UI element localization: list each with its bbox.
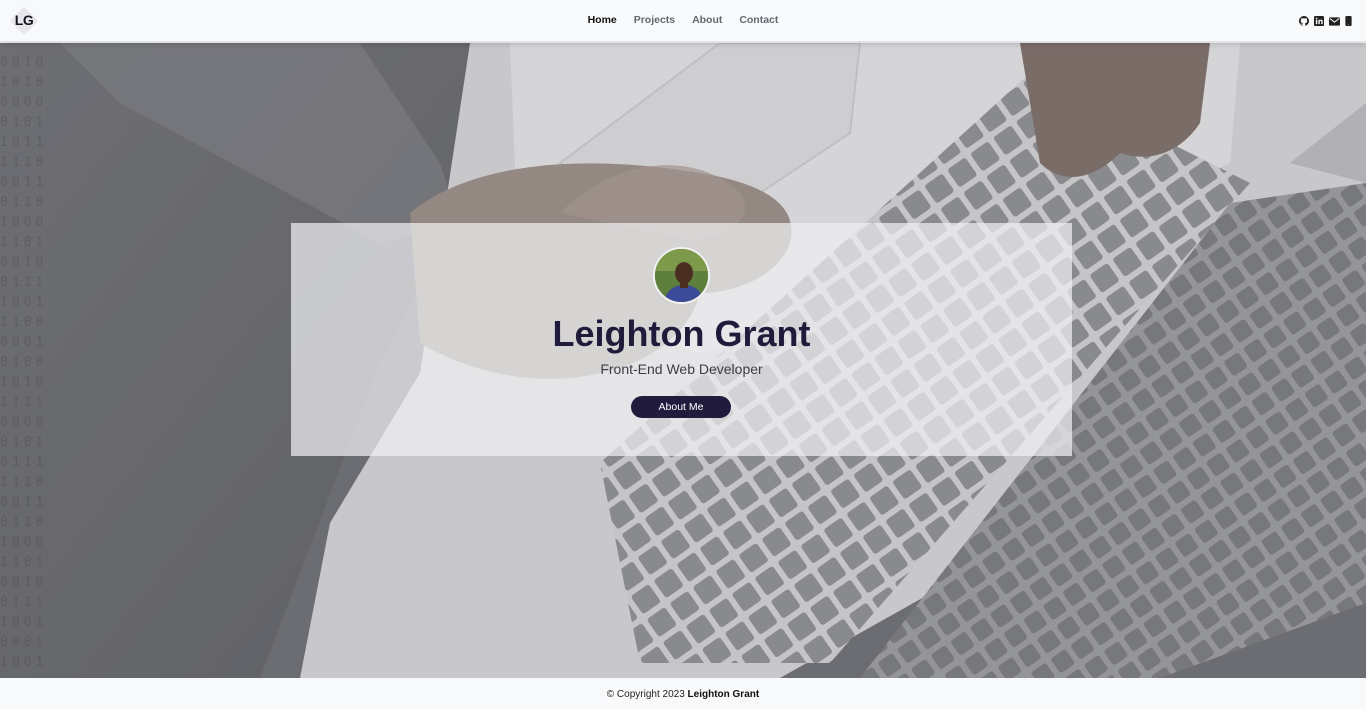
- nav-links: Home Projects About Contact: [0, 14, 1366, 26]
- profile-photo: [655, 249, 708, 302]
- phone-icon[interactable]: [1345, 16, 1352, 26]
- nav-link-contact[interactable]: Contact: [739, 14, 778, 26]
- footer-owner: Leighton Grant: [687, 689, 760, 700]
- social-links: [1299, 16, 1352, 26]
- footer-copyright: © Copyright 2023: [606, 689, 685, 700]
- profile-avatar: [653, 247, 710, 304]
- binary-code-decoration: 0010 1010 0000 0101 1011 1110 0011 0110 1000 1101…: [0, 55, 48, 670]
- top-navbar: LG Home Projects About Contact: [0, 0, 1366, 42]
- hero-name: Leighton Grant: [552, 313, 811, 354]
- nav-link-projects[interactable]: Projects: [634, 14, 675, 26]
- nav-link-about[interactable]: About: [692, 14, 722, 26]
- nav-link-home[interactable]: Home: [588, 14, 617, 26]
- about-me-button[interactable]: About Me: [631, 396, 731, 418]
- hero-tagline: Front-End Web Developer: [600, 361, 763, 377]
- linkedin-icon[interactable]: [1314, 16, 1324, 26]
- hero-card: Leighton Grant Front-End Web Developer A…: [291, 223, 1072, 456]
- hero-section: 0010 1010 0000 0101 1011 1110 0011 0110 1000 1101…: [0, 43, 1366, 678]
- github-icon[interactable]: [1299, 16, 1309, 26]
- mail-icon[interactable]: [1329, 16, 1340, 26]
- footer: © Copyright 2023 Leighton Grant: [0, 678, 1366, 709]
